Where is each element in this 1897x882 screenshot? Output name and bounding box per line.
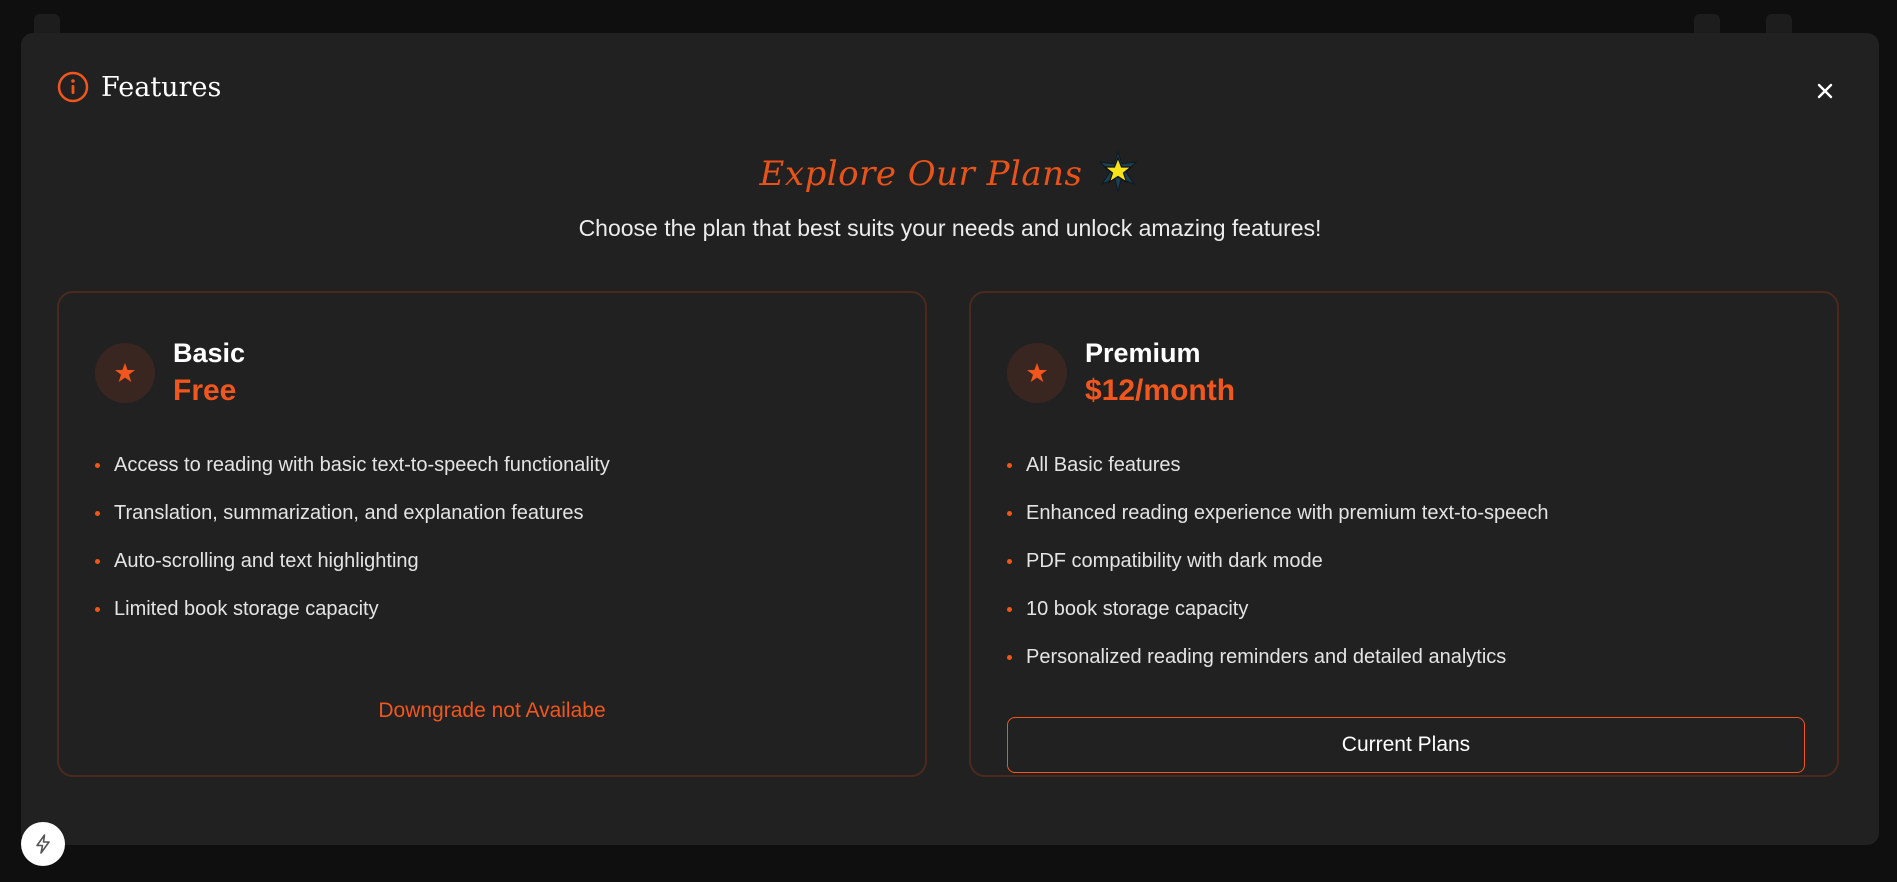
feature-item: Auto-scrolling and text highlighting (95, 537, 610, 585)
downgrade-unavailable-label: Downgrade not Availabe (378, 699, 606, 722)
bullet-icon (1007, 606, 1012, 612)
plan-icon-badge (95, 343, 155, 403)
feature-text: Limited book storage capacity (114, 597, 379, 620)
bullet-icon (1007, 462, 1012, 468)
plan-title-block: Premium $12/month (1085, 335, 1235, 411)
feature-text: Access to reading with basic text-to-spe… (114, 453, 610, 476)
current-plan-button[interactable]: Current Plans (1007, 717, 1805, 773)
plan-card-basic: Basic Free Access to reading with basic … (57, 291, 927, 777)
lightning-icon (36, 834, 50, 854)
bullet-icon (1007, 510, 1012, 516)
feature-item: Access to reading with basic text-to-spe… (95, 441, 610, 489)
plan-name: Premium (1085, 338, 1201, 368)
plan-icon-badge (1007, 343, 1067, 403)
bullet-icon (1007, 654, 1012, 660)
plan-header: Basic Free (95, 335, 245, 411)
close-icon (1817, 83, 1833, 99)
bullet-icon (95, 510, 100, 516)
feature-text: 10 book storage capacity (1026, 597, 1249, 620)
info-icon (57, 71, 89, 103)
plan-title-block: Basic Free (173, 335, 245, 411)
close-button[interactable] (1809, 75, 1841, 107)
feature-text: Translation, summarization, and explanat… (114, 501, 584, 524)
feature-item: All Basic features (1007, 441, 1549, 489)
feature-item: 10 book storage capacity (1007, 585, 1549, 633)
feature-item: Limited book storage capacity (95, 585, 610, 633)
feature-item: Enhanced reading experience with premium… (1007, 489, 1549, 537)
hero-title: Explore Our Plans (759, 154, 1083, 194)
quick-action-button[interactable] (21, 822, 65, 866)
star-icon (1096, 149, 1140, 199)
modal-title: Features (101, 71, 222, 103)
bullet-icon (95, 558, 100, 564)
feature-list: All Basic features Enhanced reading expe… (1007, 441, 1549, 681)
plan-price: $12/month (1085, 374, 1236, 407)
hero-title-row: Explore Our Plans (21, 143, 1879, 205)
features-modal: Features Explore Our Plans Choose the pl… (21, 33, 1879, 845)
plan-name: Basic (173, 338, 246, 368)
plan-header: Premium $12/month (1007, 335, 1235, 411)
feature-text: Enhanced reading experience with premium… (1026, 501, 1549, 524)
plan-price: Free (173, 374, 237, 407)
feature-item: Personalized reading reminders and detai… (1007, 633, 1549, 681)
feature-list: Access to reading with basic text-to-spe… (95, 441, 610, 633)
feature-text: Personalized reading reminders and detai… (1026, 645, 1507, 668)
star-icon (1027, 363, 1047, 382)
feature-text: Auto-scrolling and text highlighting (114, 549, 419, 572)
plan-card-premium: Premium $12/month All Basic features Enh… (969, 291, 1839, 777)
star-icon (115, 363, 135, 382)
bullet-icon (1007, 558, 1012, 564)
bullet-icon (95, 606, 100, 612)
feature-item: Translation, summarization, and explanat… (95, 489, 610, 537)
plans-hero: Explore Our Plans Choose the plan that b… (21, 143, 1879, 242)
bullet-icon (95, 462, 100, 468)
modal-header: Features (57, 71, 221, 103)
feature-item: PDF compatibility with dark mode (1007, 537, 1549, 585)
feature-text: PDF compatibility with dark mode (1026, 549, 1323, 572)
feature-text: All Basic features (1026, 453, 1181, 476)
hero-subtitle: Choose the plan that best suits your nee… (578, 215, 1322, 241)
